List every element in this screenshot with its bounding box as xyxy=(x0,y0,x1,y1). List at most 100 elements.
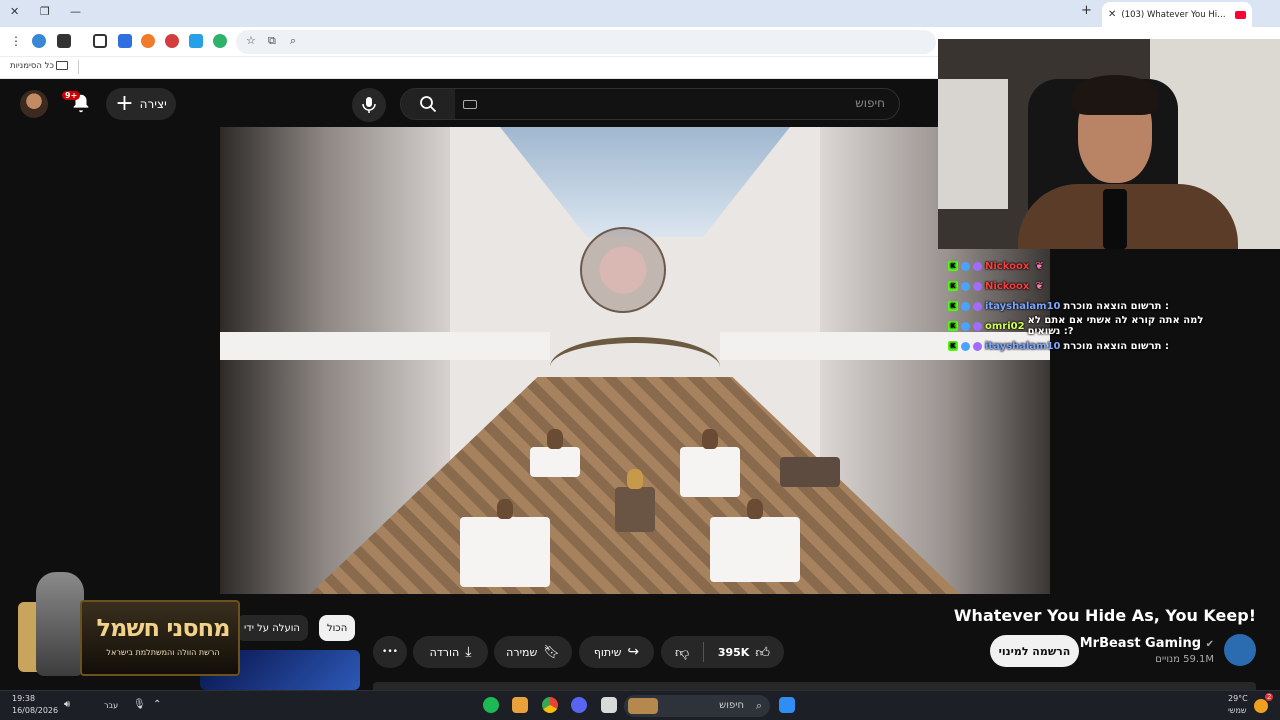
bookmark-icon: 🔖︎ xyxy=(543,644,560,660)
emote-icon: ❦ xyxy=(1035,260,1044,272)
clock-time[interactable]: 19:38 xyxy=(12,694,35,703)
search-icon xyxy=(420,96,437,113)
extension-icon[interactable] xyxy=(213,34,227,48)
restore-window-icon[interactable]: ❐ xyxy=(40,5,50,18)
badge-icon xyxy=(961,261,970,271)
minimize-window-icon[interactable]: — xyxy=(70,5,81,18)
share-button[interactable]: שיתוף ↪ xyxy=(579,636,654,668)
tray-chevron-icon[interactable]: ⌃ xyxy=(153,699,161,710)
app-icon[interactable] xyxy=(512,697,528,713)
extension-icon[interactable] xyxy=(118,34,132,48)
voice-search-button[interactable] xyxy=(352,88,386,122)
address-bar[interactable]: ☆ ⧉ ⌕ xyxy=(236,30,936,54)
chat-username[interactable]: itayshalam10 xyxy=(985,301,1061,312)
download-label: הורדה xyxy=(429,645,460,659)
extensions-icon[interactable] xyxy=(93,34,107,48)
chat-text: למה אתה קורא לה אשתי אם אתם לא נשואים :? xyxy=(1027,315,1204,337)
badge-icon xyxy=(961,321,970,331)
emote-icon: ❦ xyxy=(1035,280,1044,292)
windows-taskbar: 19:38 16/08/2026 🔊︎ עבר 🎙︎ ⌃ חיפוש ⌕ 29°… xyxy=(0,690,1280,720)
save-label: שמירה xyxy=(506,645,538,659)
kick-badge-icon: K xyxy=(948,321,958,331)
taskbar-search[interactable]: חיפוש ⌕ xyxy=(624,695,770,717)
weather-temp[interactable]: 29°C xyxy=(1228,694,1248,703)
search-button[interactable] xyxy=(401,89,455,119)
download-button[interactable]: הורדה ⤓ xyxy=(413,636,488,668)
like-dislike-group: 👎︎ 395K 👍︎ xyxy=(661,636,784,668)
windows-start-icon[interactable] xyxy=(779,697,795,713)
download-icon: ⤓ xyxy=(465,644,472,660)
youtube-favicon-icon xyxy=(1235,10,1246,19)
more-actions-button[interactable]: ••• xyxy=(373,636,407,668)
menu-icon[interactable]: ⋮ xyxy=(10,34,22,48)
file-explorer-icon[interactable] xyxy=(601,697,617,713)
badge-icon xyxy=(961,341,970,351)
notification-badge: 9+ xyxy=(62,91,81,100)
streamer-body xyxy=(1018,184,1238,249)
extension-icon[interactable] xyxy=(165,34,179,48)
chat-message: Kitayshalam10 תרשום הוצאה מוכרת : xyxy=(948,336,1218,356)
bookmark-star-icon[interactable]: ☆ xyxy=(246,34,256,47)
create-button[interactable]: יצירה + xyxy=(106,88,176,120)
browser-tab-active[interactable]: (103) Whatever You Hide As, You Keep! ✕ xyxy=(1102,2,1252,27)
chip-uploaded-by[interactable]: הועלה על ידי xyxy=(236,615,308,641)
weather-badge: 2 xyxy=(1265,693,1274,701)
extension-icon[interactable] xyxy=(141,34,155,48)
keyboard-icon[interactable] xyxy=(463,100,477,109)
chat-message: K Nickoox ❦ xyxy=(948,256,1218,276)
close-window-icon[interactable]: ✕ xyxy=(10,5,19,18)
chat-username[interactable]: Nickoox xyxy=(985,261,1029,272)
subscribe-button[interactable]: הרשמה למינוי xyxy=(990,635,1079,667)
pedestal xyxy=(680,429,740,497)
video-player[interactable] xyxy=(220,127,1050,594)
clock-date[interactable]: 16/08/2026 xyxy=(12,706,58,715)
close-tab-icon[interactable]: ✕ xyxy=(1108,9,1116,20)
like-button[interactable]: 395K 👍︎ xyxy=(718,644,770,661)
zoom-icon[interactable]: ⌕ xyxy=(290,34,296,48)
thumbs-up-icon: 👍︎ xyxy=(755,644,770,661)
browser-tab-strip: ✕ ❐ — + (103) Whatever You Hide As, You … xyxy=(0,0,1280,27)
pedestal xyxy=(780,457,840,487)
volume-icon[interactable]: 🔊︎ xyxy=(64,699,70,710)
robot-graphic xyxy=(36,572,84,676)
mic-icon[interactable]: 🎙︎ xyxy=(133,699,146,710)
save-button[interactable]: שמירה 🔖︎ xyxy=(494,636,572,668)
chat-username[interactable]: Nickoox xyxy=(985,281,1029,292)
channel-name[interactable]: MrBeast Gaming ✔ xyxy=(1080,636,1214,651)
divider xyxy=(703,642,705,662)
install-app-icon[interactable]: ⧉ xyxy=(268,34,276,48)
badge-icon xyxy=(973,261,982,271)
reading-list-icon[interactable] xyxy=(57,34,71,48)
chat-text: תרשום הוצאה מוכרת : xyxy=(1063,300,1169,312)
input-language[interactable]: עבר xyxy=(104,701,118,710)
chip-all[interactable]: הכול xyxy=(319,615,356,641)
webcam-shelf xyxy=(938,79,1008,209)
discord-icon[interactable] xyxy=(571,697,587,713)
weather-sun-icon[interactable] xyxy=(1254,699,1268,713)
weather-desc[interactable]: שמשי xyxy=(1228,706,1247,715)
chat-username[interactable]: itayshalam10 xyxy=(985,341,1061,352)
badge-icon xyxy=(961,281,970,291)
spotify-icon[interactable] xyxy=(483,697,499,713)
subscriber-count: 59.1M מנויים xyxy=(1155,654,1214,665)
taskbar-search-label: חיפוש xyxy=(719,700,744,711)
channel-avatar[interactable] xyxy=(1224,634,1256,666)
kick-badge-icon: K xyxy=(948,301,958,311)
new-tab-icon[interactable]: + xyxy=(1081,3,1092,18)
share-icon: ↪ xyxy=(627,644,640,660)
divider xyxy=(78,60,79,74)
verified-icon: ✔ xyxy=(1205,639,1214,650)
sponsor-logo-overlay: מחסני חשמל הרשת הוולה והמשתלמת בישראל xyxy=(18,572,240,676)
sponsor-brand-sub: הרשת הוולה והמשתלמת בישראל xyxy=(106,648,220,657)
dislike-button[interactable]: 👎︎ xyxy=(675,644,689,661)
user-avatar[interactable] xyxy=(20,90,48,118)
chrome-icon[interactable] xyxy=(542,697,558,713)
search-box[interactable]: חיפוש xyxy=(400,88,900,120)
chat-username[interactable]: omri02 xyxy=(985,321,1025,332)
search-input[interactable]: חיפוש xyxy=(855,96,885,110)
plus-icon: + xyxy=(115,91,134,116)
all-bookmarks-label[interactable]: כל הסימניות xyxy=(10,61,54,71)
profile-icon[interactable] xyxy=(32,34,46,48)
translate-icon[interactable] xyxy=(189,34,203,48)
badge-icon xyxy=(973,341,982,351)
